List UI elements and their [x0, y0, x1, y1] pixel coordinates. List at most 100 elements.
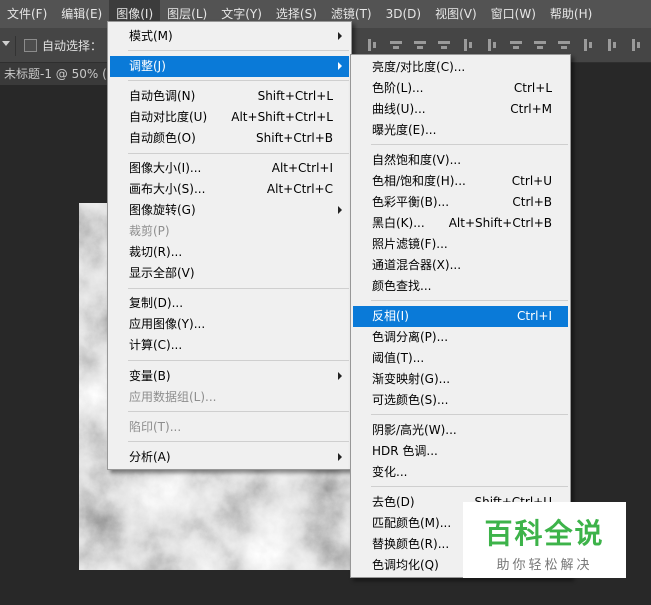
distribute-vcenter-icon[interactable]	[533, 38, 547, 52]
align-right-icon[interactable]	[485, 38, 499, 52]
menu-item-shortcut: Ctrl+U	[511, 174, 552, 188]
image-menu-auto-tone[interactable]: 自动色调(N) Shift+Ctrl+L	[110, 86, 349, 107]
menu-divider	[128, 360, 349, 361]
adjust-variations[interactable]: 变化...	[353, 462, 568, 483]
menu-item-label: 应用数据组(L)...	[129, 390, 217, 404]
align-left-icon[interactable]	[365, 38, 379, 52]
menu-item-label: 反相(I)	[372, 309, 409, 323]
menu-item-label: 曲线(U)...	[372, 102, 426, 116]
menu-item-label: 曝光度(E)...	[372, 123, 437, 137]
menu-item-label: 裁切(R)...	[129, 245, 183, 259]
menu-edit[interactable]: 编辑(E)	[54, 0, 109, 28]
distribute-right-icon[interactable]	[629, 38, 643, 52]
adjust-color-lookup[interactable]: 颜色查找...	[353, 276, 568, 297]
tool-preset-dropdown-icon[interactable]	[2, 41, 10, 46]
menu-item-shortcut: Alt+Ctrl+I	[271, 161, 333, 175]
menu-help[interactable]: 帮助(H)	[543, 0, 599, 28]
image-menu-mode[interactable]: 模式(M)	[110, 26, 349, 47]
menu-item-label: 画布大小(S)...	[129, 182, 206, 196]
image-menu-canvas-size[interactable]: 画布大小(S)... Alt+Ctrl+C	[110, 179, 349, 200]
menu-item-label: HDR 色调...	[372, 444, 438, 458]
adjustments-submenu: 亮度/对比度(C)... 色阶(L)... Ctrl+L 曲线(U)... Ctrl…	[350, 54, 571, 578]
menu-item-shortcut: Ctrl+M	[510, 102, 552, 116]
adjust-exposure[interactable]: 曝光度(E)...	[353, 120, 568, 141]
menu-item-label: 替换颜色(R)...	[372, 537, 450, 551]
distribute-hcenter-icon[interactable]	[605, 38, 619, 52]
menu-item-label: 色调均化(Q)	[372, 558, 439, 572]
menu-item-shortcut: Alt+Shift+Ctrl+L	[231, 110, 333, 124]
menu-item-label: 颜色查找...	[372, 279, 432, 293]
menu-item-label: 显示全部(V)	[129, 266, 195, 280]
menu-divider	[128, 411, 349, 412]
image-menu: 模式(M) 调整(J) 自动色调(N) Shift+Ctrl+L 自动对比度(U)…	[107, 21, 352, 470]
image-menu-auto-color[interactable]: 自动颜色(O) Shift+Ctrl+B	[110, 128, 349, 149]
image-menu-reveal-all[interactable]: 显示全部(V)	[110, 263, 349, 284]
image-menu-variables[interactable]: 变量(B)	[110, 366, 349, 387]
menu-item-label: 自动颜色(O)	[129, 131, 196, 145]
distribute-top-icon[interactable]	[509, 38, 523, 52]
menu-item-label: 图像旋转(G)	[129, 203, 196, 217]
menu-view[interactable]: 视图(V)	[428, 0, 484, 28]
adjust-vibrance[interactable]: 自然饱和度(V)...	[353, 150, 568, 171]
adjust-curves[interactable]: 曲线(U)... Ctrl+M	[353, 99, 568, 120]
image-menu-image-rotation[interactable]: 图像旋转(G)	[110, 200, 349, 221]
menu-item-label: 自然饱和度(V)...	[372, 153, 462, 167]
image-menu-calculations[interactable]: 计算(C)...	[110, 335, 349, 356]
image-menu-duplicate[interactable]: 复制(D)...	[110, 293, 349, 314]
image-menu-auto-contrast[interactable]: 自动对比度(U) Alt+Shift+Ctrl+L	[110, 107, 349, 128]
menu-item-label: 去色(D)	[372, 495, 415, 509]
adjust-shadows-highlights[interactable]: 阴影/高光(W)...	[353, 420, 568, 441]
align-top-icon[interactable]	[389, 38, 403, 52]
adjust-black-white[interactable]: 黑白(K)... Alt+Shift+Ctrl+B	[353, 213, 568, 234]
menu-item-label: 色相/饱和度(H)...	[372, 174, 466, 188]
adjust-photo-filter[interactable]: 照片滤镜(F)...	[353, 234, 568, 255]
adjust-levels[interactable]: 色阶(L)... Ctrl+L	[353, 78, 568, 99]
distribute-bottom-icon[interactable]	[557, 38, 571, 52]
adjust-gradient-map[interactable]: 渐变映射(G)...	[353, 369, 568, 390]
watermark-title: 百科全说	[484, 517, 605, 550]
menu-3d[interactable]: 3D(D)	[379, 0, 428, 28]
adjust-hue-saturation[interactable]: 色相/饱和度(H)... Ctrl+U	[353, 171, 568, 192]
adjust-brightness-contrast[interactable]: 亮度/对比度(C)...	[353, 57, 568, 78]
adjust-hdr-toning[interactable]: HDR 色调...	[353, 441, 568, 462]
image-menu-apply-image[interactable]: 应用图像(Y)...	[110, 314, 349, 335]
menu-file[interactable]: 文件(F)	[0, 0, 54, 28]
image-menu-adjustments[interactable]: 调整(J)	[110, 56, 349, 77]
menu-item-label: 模式(M)	[129, 29, 173, 43]
align-hcenter-icon[interactable]	[461, 38, 475, 52]
menu-divider	[128, 441, 349, 442]
align-buttons	[365, 38, 651, 52]
image-menu-trap: 陷印(T)...	[110, 417, 349, 438]
auto-select-label: 自动选择：	[42, 39, 103, 53]
menu-divider	[128, 80, 349, 81]
menu-item-label: 自动对比度(U)	[129, 110, 208, 124]
menu-divider	[371, 414, 568, 415]
adjust-selective-color[interactable]: 可选颜色(S)...	[353, 390, 568, 411]
menu-window[interactable]: 窗口(W)	[484, 0, 543, 28]
distribute-left-icon[interactable]	[581, 38, 595, 52]
menu-item-shortcut: Shift+Ctrl+B	[256, 131, 333, 145]
document-tab[interactable]: 未标题-1 @ 50% (	[0, 63, 108, 85]
menu-item-label: 分析(A)	[129, 450, 171, 464]
adjust-posterize[interactable]: 色调分离(P)...	[353, 327, 568, 348]
menu-item-label: 自动色调(N)	[129, 89, 196, 103]
adjust-threshold[interactable]: 阈值(T)...	[353, 348, 568, 369]
menu-item-shortcut: Ctrl+L	[513, 81, 552, 95]
adjust-color-balance[interactable]: 色彩平衡(B)... Ctrl+B	[353, 192, 568, 213]
adjust-channel-mixer[interactable]: 通道混合器(X)...	[353, 255, 568, 276]
image-menu-analysis[interactable]: 分析(A)	[110, 447, 349, 468]
menu-divider	[128, 288, 349, 289]
image-menu-image-size[interactable]: 图像大小(I)... Alt+Ctrl+I	[110, 158, 349, 179]
submenu-arrow-icon	[338, 62, 342, 70]
menu-divider	[371, 144, 568, 145]
align-vcenter-icon[interactable]	[413, 38, 427, 52]
menu-item-label: 调整(J)	[129, 59, 166, 73]
menu-item-shortcut: Ctrl+B	[512, 195, 552, 209]
adjust-invert[interactable]: 反相(I) Ctrl+I	[353, 306, 568, 327]
auto-select-checkbox[interactable]	[24, 39, 37, 52]
menu-item-label: 通道混合器(X)...	[372, 258, 462, 272]
menu-item-label: 黑白(K)...	[372, 216, 425, 230]
image-menu-trim[interactable]: 裁切(R)...	[110, 242, 349, 263]
align-bottom-icon[interactable]	[437, 38, 451, 52]
submenu-arrow-icon	[338, 372, 342, 380]
